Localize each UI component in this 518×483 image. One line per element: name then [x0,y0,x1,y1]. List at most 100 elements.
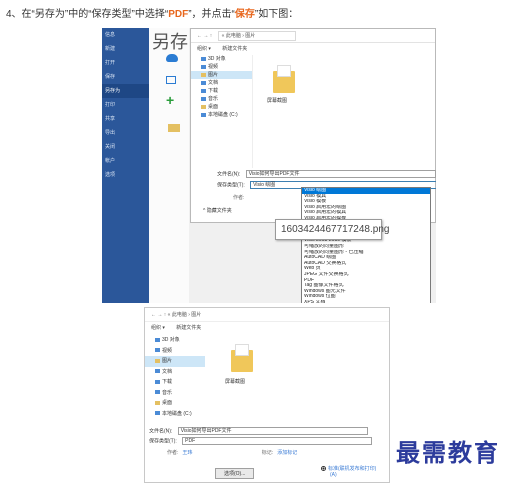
nav-item-label: 桌面 [162,400,173,406]
nav-item[interactable]: 文档 [191,79,252,87]
address-path[interactable]: « 此电脑 › 图片 [168,312,202,318]
filename-field[interactable]: Visio如何导出PDF文件 [177,427,368,435]
nav-item[interactable]: 音乐 [191,95,252,103]
filename-label: 文件名(N): [149,428,173,435]
options-button[interactable]: 选项(O)... [215,468,255,479]
nav-item-label: 文档 [162,368,173,375]
nav-item[interactable]: 下载 [191,87,252,95]
tags-value[interactable]: 添加标记 [277,450,297,456]
nav-item[interactable]: 桌面 [145,398,205,409]
desktop-icon [201,104,206,109]
backstage-item[interactable]: 选项 [102,168,149,182]
organize-button[interactable]: 组织 ▾ [197,46,211,52]
new-folder-button[interactable]: 新建文件夹 [222,46,247,52]
folder-icon[interactable] [273,65,295,95]
folder-icon[interactable] [231,344,253,374]
image-filename-tooltip: 1603424467717248.png [275,219,389,240]
saveas-title: 另存 [152,32,188,52]
download-icon [155,379,160,384]
radio-label-shortcut: (A) [330,472,337,478]
nav-item-label: 文档 [208,80,219,86]
document-icon [201,80,206,85]
nav-item[interactable]: 下载 [145,377,205,388]
brand-logo: 最需教育 [396,438,500,467]
nav-item[interactable]: 本地磁盘 (C:) [145,409,205,420]
nav-item[interactable]: 文档 [145,367,205,378]
instruction-highlight-save: 保存 [234,9,255,20]
nav-item[interactable]: 图片 [145,356,205,367]
nav-item-label: 图片 [208,72,219,78]
address-bar[interactable]: ← → ↑ « 此电脑 › 图片 [191,29,435,43]
navigation-pane: 3D 对象视频图片 文档下载音乐 桌面本地磁盘 (C:) [145,335,205,419]
nav-item-label: 下载 [208,88,219,94]
cube-icon [201,56,206,61]
file-list: 屏幕截图 [255,55,435,168]
nav-item[interactable]: 桌面 [191,103,252,111]
drive-icon [155,411,160,416]
filetype-select[interactable]: PDF [182,437,373,445]
nav-item-label: 下载 [162,379,173,385]
document-icon [155,369,160,374]
instruction-text: 4、在“另存为”中的“保存类型”中选择“PDF”，并点击“保存”如下图： [6,5,298,20]
filetype-row: 保存类型(T): PDF [149,437,373,445]
backstage-item[interactable]: 帐户 [102,154,149,168]
nav-item-label: 桌面 [208,104,219,110]
backstage-item[interactable]: 共享 [102,112,149,126]
backstage-sidebar: 信息 新建 打开 保存 另存为 打印 共享 导出 关闭 帐户 选项 [102,28,149,303]
screenshot-saveas-pdf: ← → ↑ « 此电脑 › 图片 组织 ▾ 新建文件夹 3D 对象视频图片 文档下… [144,307,390,483]
backstage-item[interactable]: 打印 [102,98,149,112]
music-icon [201,96,206,101]
backstage-item[interactable]: 打开 [102,56,149,70]
filename-row: 文件名(N): Visio如何导出PDF文件 [149,427,368,435]
instruction-middle: ”，并点击“ [188,9,235,20]
backstage-item[interactable]: 关闭 [102,140,149,154]
cube-icon [155,337,160,342]
filename-row: 文件名(N): Visio如何导出PDF文件 [217,170,436,178]
nav-item-label: 本地磁盘 (C:) [208,112,238,118]
instruction-prefix: 4、在“另存为”中的“保存类型”中选择“ [6,9,169,20]
onedrive-icon[interactable] [166,54,178,62]
address-path[interactable]: « 此电脑 › 图片 [217,31,297,41]
filename-field[interactable]: Visio如何导出PDF文件 [245,170,436,178]
nav-item[interactable]: 图片 [191,71,252,79]
new-folder-button[interactable]: 新建文件夹 [176,325,201,331]
nav-item[interactable]: 视频 [191,63,252,71]
instruction-suffix: ”如下图： [254,9,299,20]
folder-caption[interactable]: 屏幕截图 [267,97,287,104]
add-location-icon[interactable]: + [166,92,174,108]
desktop-icon [155,400,160,405]
this-pc-icon[interactable] [166,76,176,84]
address-bar[interactable]: ← → ↑ « 此电脑 › 图片 [145,308,389,322]
filetype-option[interactable]: XPS 文档 [302,300,430,303]
navigation-pane: 3D 对象 视频 图片文档下载音乐桌面本地磁盘 (C:) [191,55,253,168]
radio-icon[interactable] [321,466,326,472]
author-label: 作者: [233,195,245,201]
browse-folder-icon[interactable] [168,124,180,132]
nav-item-label: 视频 [162,347,173,354]
filetype-label: 保存类型(T): [149,438,177,445]
pictures-icon [201,72,206,77]
music-icon [155,390,160,395]
video-icon [155,348,160,353]
backstage-item[interactable]: 新建 [102,42,149,56]
optimize-radio[interactable]: 标准(联机发布和打印) (A) [321,466,376,478]
screenshot-saveas-dropdown: 信息 新建 打开 保存 另存为 打印 共享 导出 关闭 帐户 选项 另存 + ← → ↑ « 此电脑… [102,28,436,303]
nav-item-label: 音乐 [208,96,219,102]
folder-caption[interactable]: 屏幕截图 [225,378,245,385]
filetype-label: 保存类型(T): [217,182,245,189]
download-icon [201,88,206,93]
backstage-item[interactable]: 导出 [102,126,149,140]
hide-folders-button[interactable]: ^ 隐藏文件夹 [203,207,232,214]
backstage-item[interactable]: 另存为 [102,84,149,98]
organize-button[interactable]: 组织 ▾ [151,325,165,331]
author-value[interactable]: 王玮 [182,450,192,456]
nav-item-label: 3D 对象 [208,56,226,62]
nav-item[interactable]: 音乐 [145,388,205,399]
backstage-item[interactable]: 保存 [102,70,149,84]
nav-item[interactable]: 本地磁盘 (C:) [191,111,252,119]
nav-item[interactable]: 3D 对象 [145,335,205,346]
nav-item[interactable]: 3D 对象 [191,55,252,63]
nav-item-label: 3D 对象 [162,337,180,343]
backstage-item[interactable]: 信息 [102,28,149,42]
nav-item[interactable]: 视频 [145,346,205,357]
